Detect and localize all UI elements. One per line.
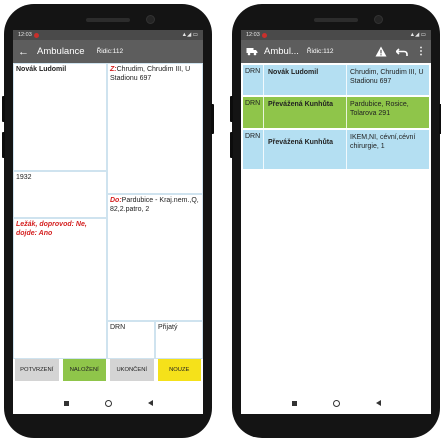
back-arrow-icon[interactable]: ←: [18, 46, 29, 58]
list-item[interactable]: DRN Převážená Kunhůta Pardubice, Rosice,…: [243, 97, 429, 128]
confirm-button[interactable]: POTVRZENÍ: [15, 359, 59, 381]
row-address: IKEM,NI, cévní,cévní chirurgie, 1: [350, 134, 416, 150]
screen-detail: 12:03 ▲◢ ▭ ← Ambulance Řidic:112 Novák L…: [13, 30, 203, 414]
row-type: DRN: [245, 100, 261, 107]
power-button: [211, 104, 214, 134]
recents-icon[interactable]: [291, 400, 297, 406]
front-camera: [146, 15, 155, 24]
driver-id: Řidic:112: [306, 48, 334, 55]
transport-state: Přijatý: [158, 324, 178, 331]
warning-icon[interactable]: [375, 46, 387, 57]
row-name: Převážená Kunhůta: [263, 130, 347, 169]
load-button[interactable]: NALOŽENÍ: [62, 359, 106, 381]
pickup-cell: Z:Chrudim, Chrudim III, U Stadionu 697: [107, 63, 203, 194]
patient-name-cell: Novák Ludomil: [13, 63, 107, 171]
row-type: DRN: [245, 68, 261, 75]
state-cell: Přijatý: [155, 321, 203, 359]
app-title: Ambulance: [37, 46, 85, 57]
app-title: Ambul...: [264, 46, 299, 57]
phone-right: 12:03 ▲◢ ▭ Ambul... Řidic:112 ⋮ DRN Nová…: [230, 4, 441, 438]
list-item[interactable]: DRN Novák Ludomil Chrudim, Chrudim III, …: [243, 65, 429, 95]
birth-year: 1932: [16, 174, 32, 181]
status-bar: 12:03 ▲◢ ▭: [13, 30, 203, 40]
row-name: Novák Ludomil: [263, 65, 347, 95]
home-icon[interactable]: [104, 399, 112, 407]
undo-icon[interactable]: [396, 47, 408, 57]
speaker: [314, 18, 358, 22]
patient-name: Novák Ludomil: [16, 66, 67, 73]
from-address: Chrudim, Chrudim III, U Stadionu 697: [110, 66, 191, 82]
system-nav-bar: [241, 392, 431, 414]
app-bar: Ambul... Řidic:112 ⋮: [241, 40, 431, 63]
driver-id: Řidic:112: [96, 48, 124, 55]
row-name: Převážená Kunhůta: [263, 97, 347, 128]
volume-button: [230, 96, 233, 122]
finish-button[interactable]: UKONČENÍ: [110, 359, 154, 381]
system-nav-bar: [13, 392, 203, 414]
back-icon[interactable]: [375, 400, 381, 406]
patient-note: Ležák, doprovod: Ne, dojde: Ano: [16, 221, 87, 237]
front-camera: [374, 15, 383, 24]
speaker: [86, 18, 130, 22]
to-label: Do:: [110, 197, 122, 204]
birth-year-cell: 1932: [13, 171, 107, 218]
row-address: Chrudim, Chrudim III, U Stadionu 697: [350, 69, 424, 85]
phone-left: 12:03 ▲◢ ▭ ← Ambulance Řidic:112 Novák L…: [2, 4, 214, 438]
destination-cell: Do:Pardubice - Kraj.nem.,Q, 82,2.patro, …: [107, 194, 203, 321]
record-icon: [261, 32, 267, 38]
list-item[interactable]: DRN Převážená Kunhůta IKEM,NI, cévní,cév…: [243, 130, 429, 169]
emergency-button[interactable]: NOUZE: [157, 359, 201, 381]
note-cell: Ležák, doprovod: Ne, dojde: Ano: [13, 218, 107, 359]
record-icon: [33, 32, 39, 38]
home-icon[interactable]: [332, 399, 340, 407]
recents-icon[interactable]: [63, 400, 69, 406]
screen-list: 12:03 ▲◢ ▭ Ambul... Řidic:112 ⋮ DRN Nová…: [241, 30, 431, 414]
to-address: Pardubice - Kraj.nem.,Q, 82,2.patro, 2: [110, 197, 199, 213]
status-time: 12:03: [246, 32, 260, 38]
signal-battery-icons: ▲◢ ▭: [181, 32, 198, 38]
transport-type-cell: DRN: [107, 321, 155, 359]
signal-battery-icons: ▲◢ ▭: [409, 32, 426, 38]
from-label: Z:: [110, 66, 117, 73]
row-type: DRN: [245, 133, 261, 140]
action-bar: POTVRZENÍ NALOŽENÍ UKONČENÍ NOUZE: [13, 359, 203, 381]
volume-button: [230, 132, 233, 158]
more-options-icon[interactable]: ⋮: [416, 46, 426, 57]
row-address: Pardubice, Rosice, Tolarova 291: [350, 101, 409, 117]
transport-type: DRN: [110, 324, 126, 331]
volume-button: [2, 96, 5, 122]
volume-button: [2, 132, 5, 158]
ambulance-icon: [246, 48, 258, 56]
status-time: 12:03: [18, 32, 32, 38]
back-icon[interactable]: [147, 400, 153, 406]
status-bar: 12:03 ▲◢ ▭: [241, 30, 431, 40]
app-bar: ← Ambulance Řidic:112: [13, 40, 203, 63]
